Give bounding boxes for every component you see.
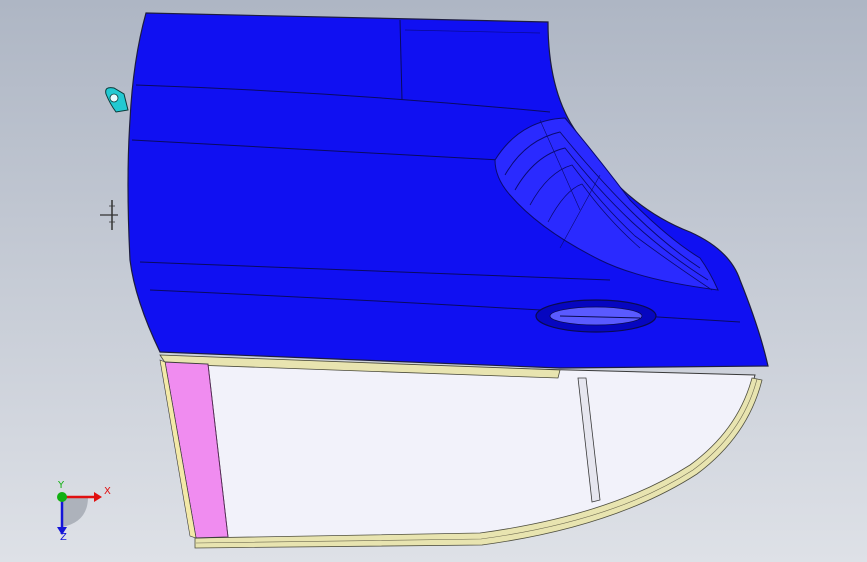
triad-shadow xyxy=(62,497,88,527)
inner-door-panel[interactable] xyxy=(199,359,756,541)
door-model-scene[interactable] xyxy=(0,0,867,562)
triad-y-label: Y xyxy=(58,480,65,491)
fastener-icon[interactable] xyxy=(100,200,118,230)
outer-door-panel[interactable] xyxy=(127,12,769,369)
cad-3d-viewport[interactable]: X Y Z xyxy=(0,0,867,562)
mount-bracket[interactable] xyxy=(105,87,129,113)
y-axis-dot xyxy=(57,492,67,502)
x-axis-arrow xyxy=(94,492,102,502)
triad-x-label: X xyxy=(104,486,111,497)
triad-z-label: Z xyxy=(60,532,67,543)
coordinate-triad xyxy=(57,492,102,535)
